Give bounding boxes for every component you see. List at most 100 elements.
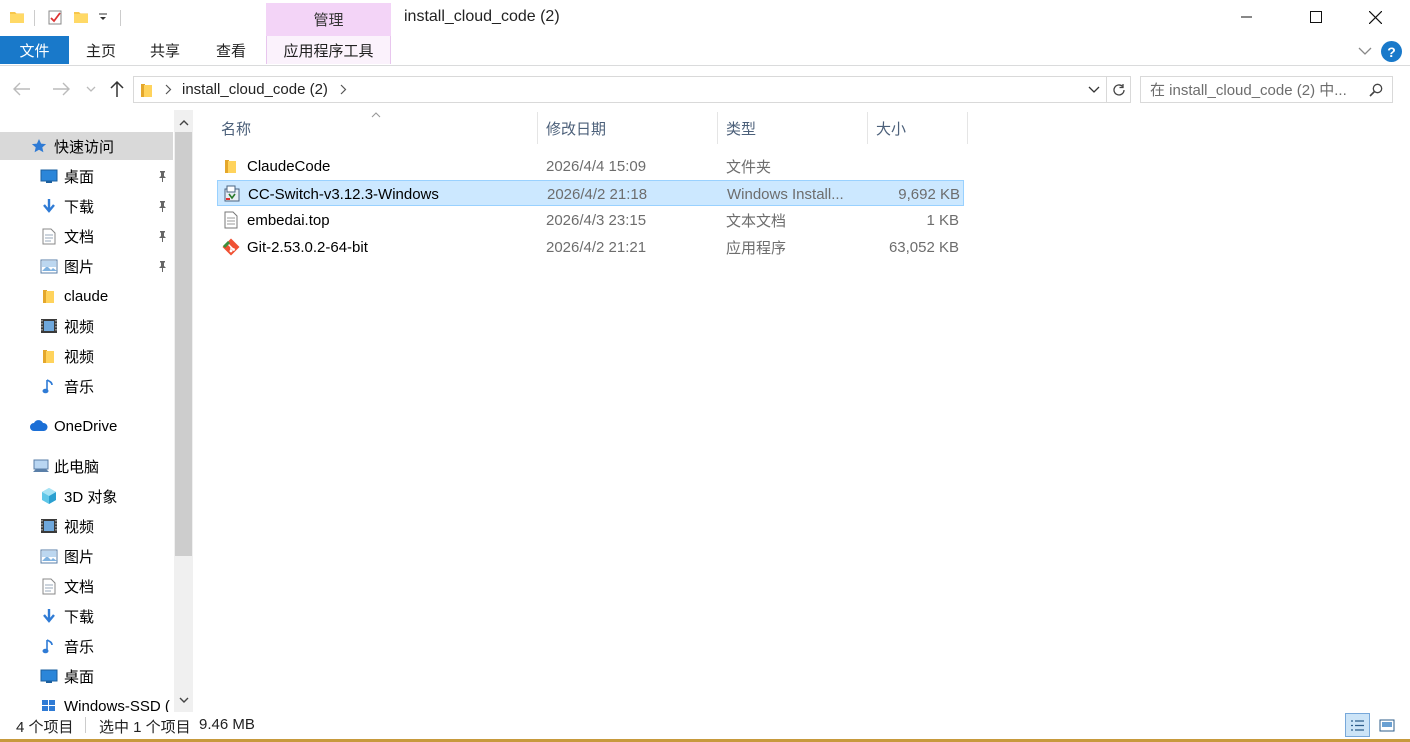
search-icon[interactable] [1368,82,1384,98]
file-name: Git-2.53.0.2-64-bit [247,238,368,256]
nav-item[interactable]: 文档 [0,572,173,600]
nav-label: 图片 [64,258,95,276]
tab-file[interactable]: 文件 [0,36,69,64]
nav-item[interactable]: claude [0,282,173,310]
nav-label: 桌面 [64,668,95,686]
forward-arrow-icon[interactable] [49,78,73,100]
recent-locations-chevron-icon[interactable] [84,80,98,98]
nav-this-pc[interactable]: 此电脑 [0,452,173,480]
pin-icon[interactable] [156,199,168,213]
address-bar[interactable]: install_cloud_code (2) [133,76,1107,103]
pin-icon[interactable] [156,229,168,243]
nav-item[interactable]: 视频 [0,342,173,370]
new-folder-icon[interactable] [72,8,90,26]
column-header-size[interactable]: 大小 [868,112,968,144]
pin-icon[interactable] [156,169,168,183]
music-icon [39,636,59,656]
expand-ribbon-chevron-icon[interactable] [1356,42,1374,60]
nav-item[interactable]: 视频 [0,312,173,340]
file-size [868,153,959,179]
refresh-icon[interactable] [1107,76,1131,103]
folder-icon [138,81,156,99]
cube-icon [39,486,59,506]
status-selected-size: 9.46 MB [199,716,255,733]
nav-item[interactable]: 文档 [0,222,173,250]
pin-icon[interactable] [156,259,168,273]
breadcrumb-chevron-icon[interactable] [338,81,350,99]
column-header-name[interactable]: 名称 [212,112,538,144]
file-type: 文本文档 [726,212,787,230]
nav-item[interactable]: 桌面 [0,162,173,190]
nav-label: 音乐 [64,638,95,656]
up-arrow-icon[interactable] [106,78,128,100]
nav-label: 快速访问 [54,138,115,156]
navigation-pane: 快速访问 桌面 下载 文档 图片 claude 视频 视频 音乐 OneDrive 此电脑 3… [0,110,194,712]
scroll-down-arrow-icon[interactable] [174,690,193,710]
music-icon [39,376,59,396]
toolbar-divider [34,10,35,26]
nav-item[interactable]: 下载 [0,602,173,630]
close-button[interactable] [1352,0,1398,34]
address-dropdown-chevron-icon[interactable] [1086,81,1102,99]
tab-app-tools[interactable]: 应用程序工具 [266,36,391,64]
folder-icon [221,156,241,176]
minimize-button[interactable] [1224,0,1270,34]
video-icon [39,516,59,536]
search-placeholder: 在 install_cloud_code (2) 中... [1150,82,1347,99]
nav-item[interactable]: 图片 [0,542,173,570]
folder-icon [39,286,59,306]
customize-toolbar-chevron-icon[interactable] [96,10,110,26]
help-icon[interactable]: ? [1381,41,1402,62]
maximize-button[interactable] [1293,0,1339,34]
details-view-icon[interactable] [1345,713,1370,737]
file-row[interactable]: embedai.top 2026/4/3 23:15 文本文档 1 KB [217,207,964,233]
nav-item[interactable]: 音乐 [0,632,173,660]
nav-item[interactable]: 图片 [0,252,173,280]
large-icons-view-icon[interactable] [1374,713,1399,737]
installer-icon [222,184,242,204]
nav-label: 3D 对象 [64,488,118,506]
file-row[interactable]: CC-Switch-v3.12.3-Windows 2026/4/2 21:18 W… [217,180,964,206]
properties-icon[interactable] [46,8,64,26]
nav-label: 视频 [64,518,95,536]
download-icon [39,196,59,216]
file-type: Windows Install... [727,185,844,203]
tab-home[interactable]: 主页 [70,36,132,64]
file-modified-date: 2026/4/2 21:21 [546,238,647,256]
nav-scrollbar-thumb[interactable] [175,132,192,556]
nav-label: 桌面 [64,168,95,186]
picture-icon [39,546,59,566]
breadcrumb-current[interactable]: install_cloud_code (2) [182,81,328,98]
nav-label: 文档 [64,578,95,596]
file-size: 9,692 KB [898,185,960,203]
nav-item[interactable]: 音乐 [0,372,173,400]
scroll-up-arrow-icon[interactable] [174,112,193,132]
nav-item[interactable]: 下载 [0,192,173,220]
nav-item[interactable]: 3D 对象 [0,482,173,510]
column-header-type[interactable]: 类型 [718,112,868,144]
nav-label: 下载 [64,608,95,626]
breadcrumb-chevron-icon[interactable] [162,81,174,99]
file-modified-date: 2026/4/3 23:15 [546,211,647,229]
nav-item[interactable]: 桌面 [0,662,173,690]
file-size: 1 KB [926,211,959,229]
nav-item[interactable]: Windows-SSD ( [0,692,173,712]
column-header-date[interactable]: 修改日期 [538,112,718,144]
nav-item[interactable]: 视频 [0,512,173,540]
context-tab-header: 管理 [266,3,391,36]
document-icon [39,226,59,246]
file-row[interactable]: ClaudeCode 2026/4/4 15:09 文件夹 [217,153,964,179]
tab-view[interactable]: 查看 [200,36,262,64]
file-row[interactable]: Git-2.53.0.2-64-bit 2026/4/2 21:21 应用程序 63,… [217,234,964,260]
nav-quick-access[interactable]: 快速访问 [0,132,173,160]
text-file-icon [221,210,241,230]
file-type: 应用程序 [726,239,787,257]
search-box[interactable]: 在 install_cloud_code (2) 中... [1140,76,1393,103]
nav-label: 文档 [64,228,95,246]
nav-onedrive[interactable]: OneDrive [0,412,173,440]
back-arrow-icon[interactable] [10,78,34,100]
nav-label: 此电脑 [54,458,100,476]
nav-label: 音乐 [64,378,95,396]
status-item-count: 4 个项目 [16,719,74,736]
tab-share[interactable]: 共享 [134,36,196,64]
